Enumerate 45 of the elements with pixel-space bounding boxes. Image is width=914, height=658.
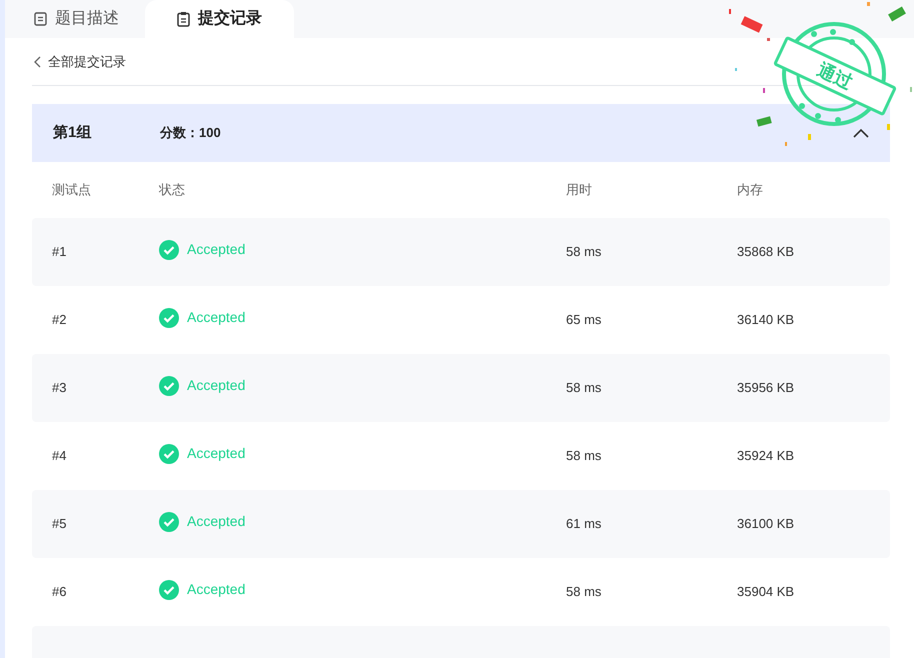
status-text: Accepted xyxy=(187,580,246,599)
document-icon xyxy=(34,12,47,26)
tab[interactable]: 提交记录 xyxy=(145,0,294,38)
chevron-left-icon xyxy=(34,56,42,68)
table-cell-text: 35868 KB xyxy=(737,243,796,262)
table-cell-text: #2 xyxy=(52,311,68,330)
group-title: 第1组 xyxy=(53,122,92,143)
check-circle-icon xyxy=(159,444,179,464)
group-header[interactable]: 第1组 分数：100 xyxy=(32,104,890,162)
table-cell-text: #6 xyxy=(52,583,68,602)
status-text: Accepted xyxy=(187,512,246,531)
table-cell-text: 61 ms xyxy=(566,515,602,534)
table-cell-text: #3 xyxy=(52,379,68,398)
table-cell-text: 35924 KB xyxy=(737,447,796,466)
back-link[interactable]: 全部提交记录 xyxy=(34,52,126,72)
table-cell-text: #4 xyxy=(52,447,68,466)
table-cell-text: 36100 KB xyxy=(737,515,796,534)
score-value: 100 xyxy=(199,124,221,142)
check-circle-icon xyxy=(159,512,179,532)
table-cell-text: 35956 KB xyxy=(737,379,796,398)
table-cell-text: 35904 KB xyxy=(737,583,796,602)
tab[interactable]: 题目描述 xyxy=(5,0,145,38)
status-text: Accepted xyxy=(187,308,246,327)
check-circle-icon xyxy=(159,308,179,328)
column-header: 内存 xyxy=(737,181,764,200)
table-cell-text: 58 ms xyxy=(566,583,602,602)
column-header: 用时 xyxy=(566,181,593,200)
status-text: Accepted xyxy=(187,376,246,395)
clipboard-icon xyxy=(177,11,190,27)
chevron-up-icon[interactable] xyxy=(853,128,869,138)
table-cell-text: 36140 KB xyxy=(737,311,796,330)
check-circle-icon xyxy=(159,580,179,600)
table-cell-text: #5 xyxy=(52,515,68,534)
check-circle-icon xyxy=(159,240,179,260)
table-cell-text: #1 xyxy=(52,243,68,262)
table-cell-text: 58 ms xyxy=(566,447,602,466)
check-circle-icon xyxy=(159,376,179,396)
table-cell-text: 58 ms xyxy=(566,243,602,262)
column-header: 状态 xyxy=(159,181,186,200)
column-header: 测试点 xyxy=(52,181,92,200)
table-cell-text: 65 ms xyxy=(566,311,602,330)
status-text: Accepted xyxy=(187,240,246,259)
status-text: Accepted xyxy=(187,444,246,463)
score-label: 分数： xyxy=(160,124,199,142)
table-cell-text: 58 ms xyxy=(566,379,602,398)
